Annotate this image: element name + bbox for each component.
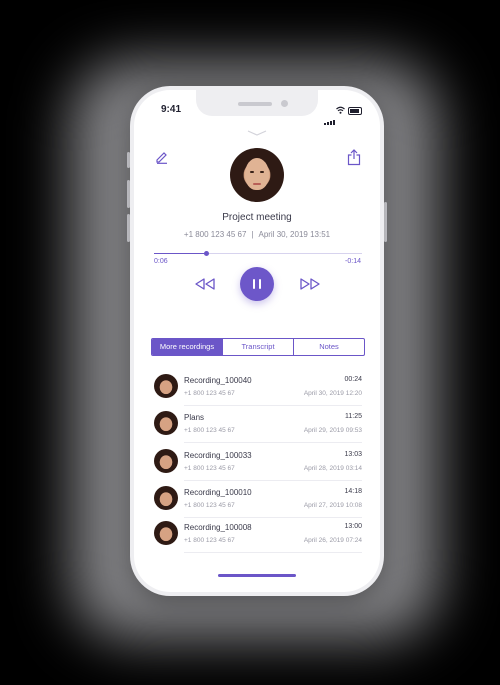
divider	[184, 552, 362, 553]
status-bar: 9:41	[134, 90, 380, 125]
recording-date: April 29, 2019 09:53	[303, 427, 362, 434]
avatar	[154, 486, 178, 510]
tab-notes[interactable]: Notes	[293, 339, 364, 355]
segmented-tabs: More recordings Transcript Notes	[151, 338, 365, 356]
status-time: 9:41	[161, 104, 182, 115]
remaining-time: -0:14	[345, 258, 361, 265]
avatar	[154, 449, 178, 473]
avatar	[154, 411, 178, 435]
recording-duration: 11:25	[345, 413, 362, 420]
recording-phone: +1 800 123 45 67	[184, 502, 235, 509]
share-icon[interactable]	[347, 149, 361, 166]
avatar-face	[245, 158, 269, 190]
contact-avatar	[230, 148, 284, 202]
wifi-icon	[336, 106, 345, 114]
recording-name: Recording_100008	[184, 523, 252, 532]
speaker-grille	[238, 102, 272, 106]
recording-phone: +1 800 123 45 67	[184, 465, 235, 472]
avatar-eye-right	[260, 171, 264, 173]
recording-date: April 30, 2019 12:20	[303, 390, 362, 397]
recording-phone: +1 800 123 45 67	[184, 427, 235, 434]
elapsed-time: 0:06	[154, 258, 168, 265]
progress-handle[interactable]	[203, 251, 209, 256]
progress-fill	[154, 253, 206, 254]
app-screen: 9:41 Project meeting +1 800 123 45 67 | Ap…	[134, 90, 380, 592]
avatar-lips	[253, 183, 261, 185]
recording-datetime: April 30, 2019 13:51	[258, 230, 331, 239]
signal-icon	[324, 107, 336, 125]
list-item[interactable]: Plans +1 800 123 45 67 11:25 April 29, 2…	[154, 407, 362, 443]
recording-date: April 28, 2019 03:14	[303, 465, 362, 472]
notch	[196, 90, 318, 116]
list-item[interactable]: Recording_100010 +1 800 123 45 67 14:18 …	[154, 482, 362, 518]
recording-date: April 26, 2019 07:24	[303, 537, 362, 544]
avatar-eye-left	[250, 171, 254, 173]
recording-duration: 13:03	[344, 451, 362, 458]
recording-duration: 00:24	[344, 376, 362, 383]
list-item[interactable]: Recording_100033 +1 800 123 45 67 13:03 …	[154, 445, 362, 481]
avatar	[154, 374, 178, 398]
avatar	[154, 521, 178, 545]
meta-separator: |	[251, 230, 254, 239]
rewind-icon[interactable]	[194, 278, 216, 290]
chevron-down-icon[interactable]	[247, 130, 267, 136]
recording-title: Project meeting	[222, 212, 292, 223]
edit-icon[interactable]	[155, 150, 169, 164]
recording-duration: 14:18	[344, 488, 362, 495]
recording-name: Recording_100010	[184, 488, 252, 497]
recording-date: April 27, 2019 10:08	[303, 502, 362, 509]
recording-duration: 13:00	[344, 523, 362, 530]
recording-name: Recording_100033	[184, 451, 252, 460]
recording-phone: +1 800 123 45 67	[183, 230, 247, 239]
list-item[interactable]: Recording_100040 +1 800 123 45 67 00:24 …	[154, 370, 362, 406]
recording-name: Recording_100040	[184, 376, 252, 385]
tab-more-recordings[interactable]: More recordings	[152, 339, 222, 355]
recording-name: Plans	[184, 413, 205, 422]
pause-icon-bar-right	[259, 279, 261, 289]
tab-transcript[interactable]: Transcript	[222, 339, 293, 355]
device-power-button	[384, 202, 387, 242]
divider	[184, 405, 362, 406]
pause-button[interactable]	[240, 267, 274, 301]
list-item[interactable]: Recording_100008 +1 800 123 45 67 13:00 …	[154, 517, 362, 553]
battery-icon	[348, 107, 362, 115]
front-camera	[281, 100, 288, 107]
fast-forward-icon[interactable]	[299, 278, 321, 290]
pause-icon-bar-left	[253, 279, 255, 289]
divider	[184, 480, 362, 481]
home-indicator[interactable]	[218, 574, 296, 577]
recording-meta: +1 800 123 45 67 | April 30, 2019 13:51	[134, 230, 380, 239]
recording-phone: +1 800 123 45 67	[184, 390, 235, 397]
divider	[184, 442, 362, 443]
recording-phone: +1 800 123 45 67	[184, 537, 235, 544]
progress-track[interactable]	[154, 253, 362, 254]
